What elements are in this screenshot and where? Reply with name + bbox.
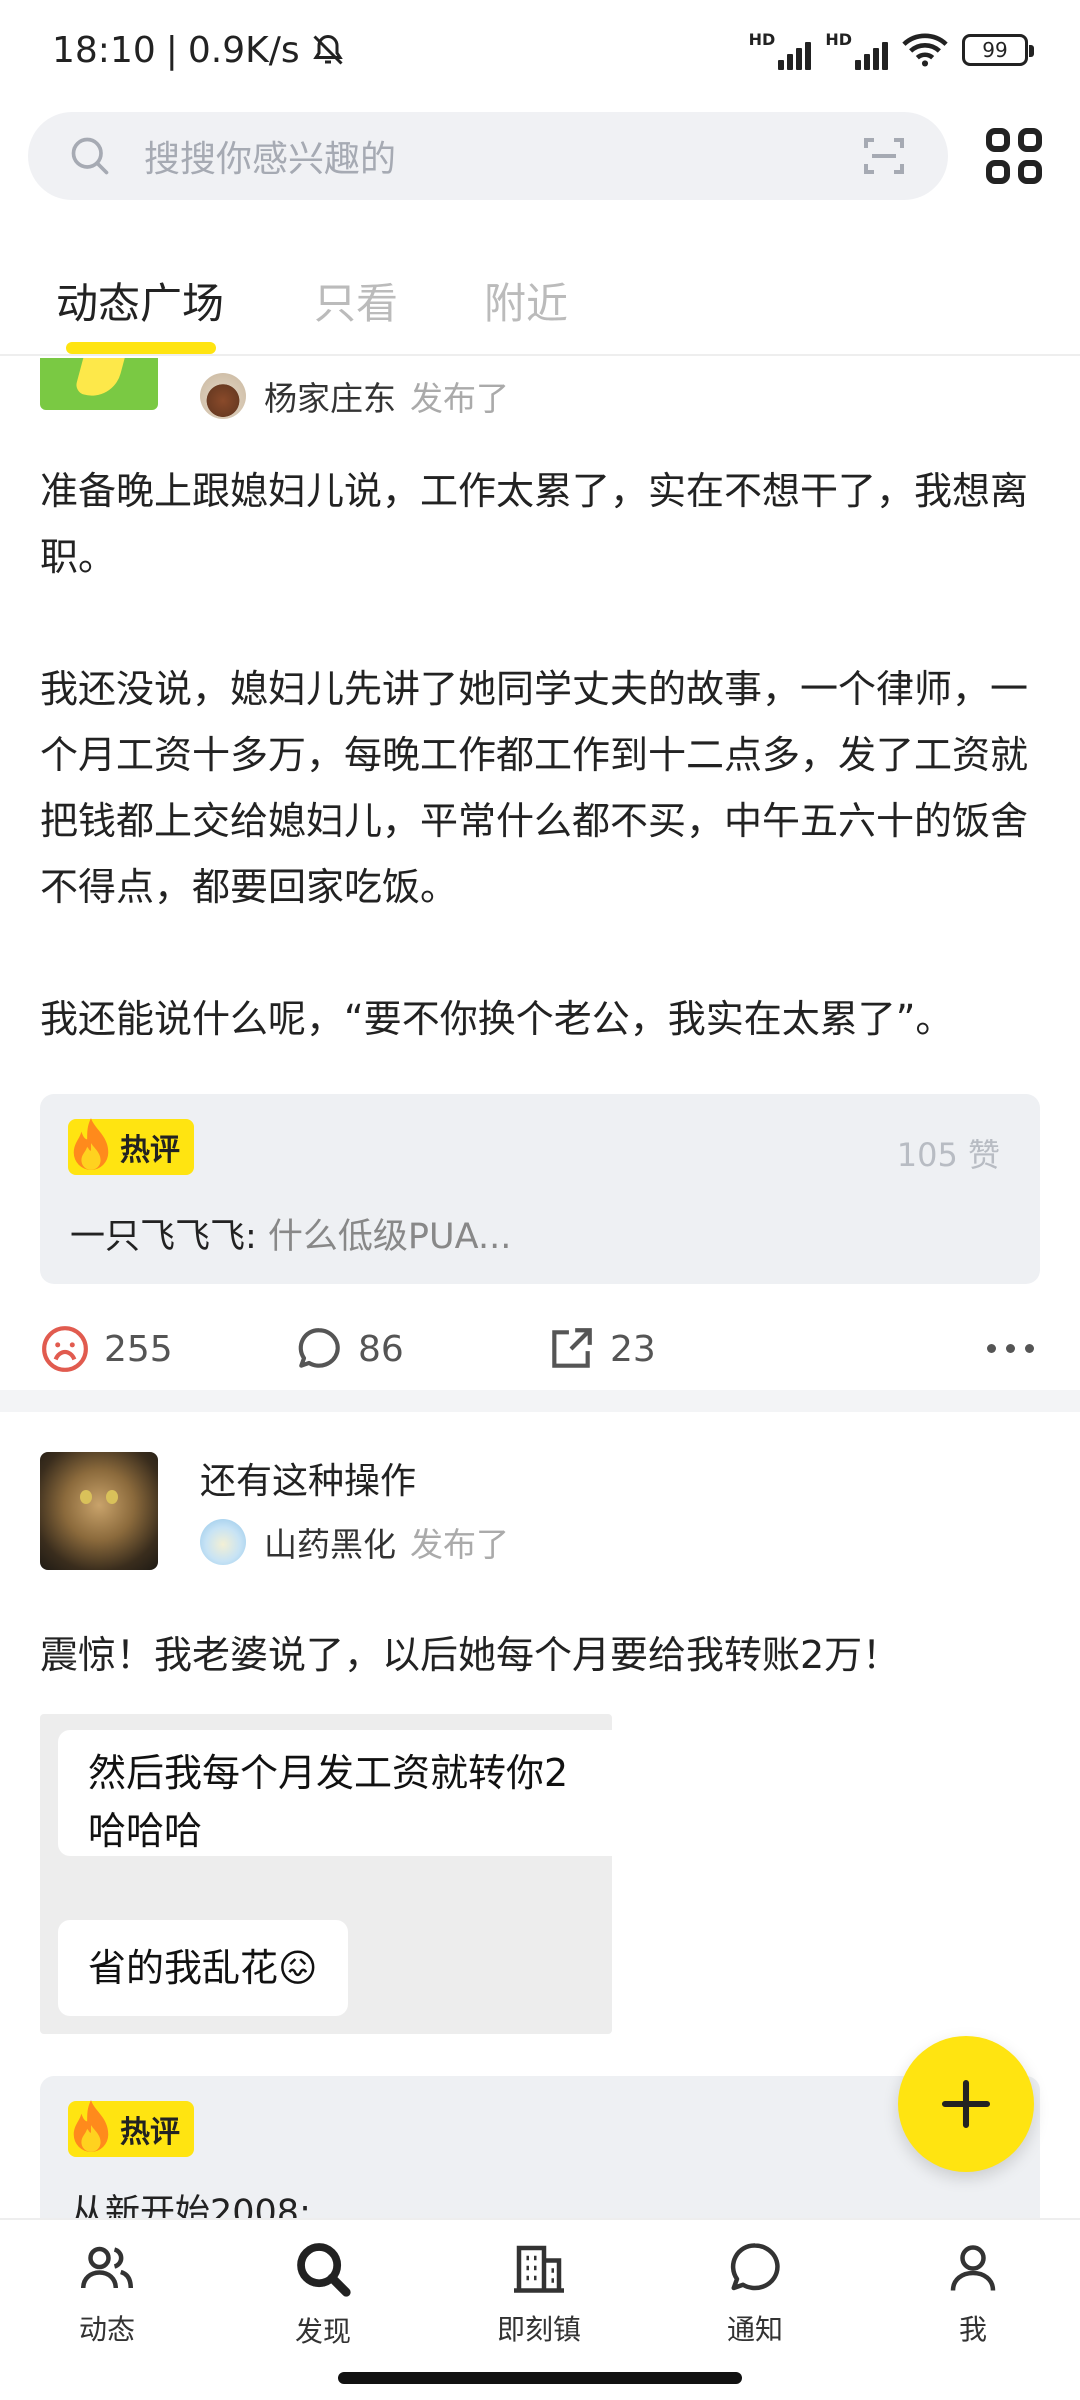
feed-tabs: 动态广场 只看 附近 (0, 230, 1080, 356)
post-thumbnail[interactable] (40, 1452, 158, 1570)
bell-muted-icon (312, 34, 343, 65)
reaction-button[interactable]: 255 (40, 1324, 173, 1374)
post-actions: 255 86 23 (0, 1278, 1080, 1418)
nav-item-me[interactable]: 我 (903, 2238, 1043, 2348)
author-row[interactable]: 山药黑化 发布了 (200, 1518, 509, 1566)
nav-item-notifications[interactable]: 通知 (685, 2238, 825, 2348)
chat-bubble: 然后我每个月发工资就转你2 哈哈哈 (58, 1730, 612, 1856)
net-speed: 0.9K/s (187, 29, 300, 71)
home-indicator[interactable] (338, 2372, 742, 2384)
feed[interactable]: 杨家庄东 发布了 准备晚上跟媳妇儿说，工作太累了，实在不想干了，我想离职。 我还… (0, 358, 1080, 2218)
tab-only-see[interactable]: 只看 (314, 270, 398, 331)
building-icon (514, 2245, 564, 2293)
chat-bubble-icon (730, 2243, 780, 2291)
hot-comment-box[interactable]: 热评 2 从新开始2008: (40, 2076, 1040, 2218)
nav-item-town[interactable]: 即刻镇 (469, 2238, 609, 2348)
scan-icon[interactable] (860, 132, 908, 180)
hot-comment-badge: 热评 (68, 1118, 194, 1175)
hot-comment-text: 什么低级PUA... (256, 1217, 512, 1257)
post-image[interactable]: 然后我每个月发工资就转你2 哈哈哈 省的我乱花😖 (40, 1714, 612, 2034)
hot-comment-user[interactable]: 从新开始2008: (70, 2193, 311, 2218)
author-row[interactable]: 杨家庄东 发布了 (200, 372, 509, 420)
share-icon (552, 1328, 592, 1368)
avatar[interactable] (200, 1519, 246, 1565)
reaction-face-icon (42, 1326, 88, 1372)
post-action: 发布了 (410, 1525, 509, 1564)
hot-comment-content[interactable]: 一只飞飞飞: 什么低级PUA... (70, 1208, 511, 1259)
post-topic[interactable]: 还有这种操作 (200, 1452, 416, 1504)
comment-count: 86 (358, 1328, 404, 1370)
signal-2-icon: HD (825, 30, 888, 70)
nav-item-discover[interactable]: 发现 (253, 2238, 393, 2350)
post-text[interactable]: 震惊！我老婆说了，以后她每个月要给我转账2万！ (0, 1622, 1080, 1688)
hot-comment-user[interactable]: 一只飞飞飞: (70, 1217, 257, 1257)
hot-comment-content[interactable]: 从新开始2008: (70, 2184, 311, 2218)
hot-comment-badge: 热评 (68, 2100, 194, 2157)
reaction-count: 255 (104, 1328, 173, 1370)
post-thumbnail[interactable] (40, 358, 158, 410)
more-options-icon[interactable] (987, 1344, 1034, 1353)
plus-icon (941, 2079, 991, 2129)
nav-item-feed[interactable]: 动态 (37, 2238, 177, 2348)
signal-1-icon: HD (749, 30, 812, 70)
tab-nearby[interactable]: 附近 (484, 270, 568, 331)
post-text[interactable]: 准备晚上跟媳妇儿说，工作太累了，实在不想干了，我想离职。 我还没说，媳妇儿先讲了… (0, 458, 1080, 1052)
active-tab-indicator (66, 342, 216, 354)
search-icon (71, 137, 109, 175)
share-count: 23 (610, 1328, 656, 1370)
author-name[interactable]: 杨家庄东 (264, 372, 396, 420)
avatar[interactable] (200, 373, 246, 419)
search-placeholder: 搜搜你感兴趣的 (144, 139, 397, 180)
wifi-icon (902, 33, 948, 67)
comment-icon (298, 1328, 340, 1368)
hot-comment-likes[interactable]: 105 赞 (897, 1130, 1000, 1176)
apps-grid-icon[interactable] (986, 128, 1042, 184)
chat-bubble: 省的我乱花😖 (58, 1920, 348, 2016)
author-name[interactable]: 山药黑化 (264, 1518, 396, 1566)
post-action: 发布了 (410, 379, 509, 418)
people-icon (81, 2246, 133, 2289)
create-post-button[interactable] (898, 2036, 1034, 2172)
search-bar[interactable]: 搜搜你感兴趣的 (28, 112, 948, 200)
post-card[interactable]: 杨家庄东 发布了 准备晚上跟媳妇儿说，工作太累了，实在不想干了，我想离职。 我还… (0, 358, 1080, 1390)
hot-comment-box[interactable]: 热评 105 赞 一只飞飞飞: 什么低级PUA... (40, 1094, 1040, 1284)
clock: 18:10 (52, 29, 156, 71)
battery-icon: 99 (962, 34, 1034, 66)
tab-square[interactable]: 动态广场 (56, 270, 224, 331)
flame-icon (73, 2100, 109, 2152)
flame-icon (73, 1118, 109, 1170)
share-button[interactable]: 23 (546, 1324, 656, 1374)
status-bar: 18:10 | 0.9K/s HD HD 99 (0, 0, 1080, 100)
comment-button[interactable]: 86 (294, 1324, 404, 1374)
person-icon (950, 2245, 996, 2291)
search-icon (297, 2243, 351, 2297)
